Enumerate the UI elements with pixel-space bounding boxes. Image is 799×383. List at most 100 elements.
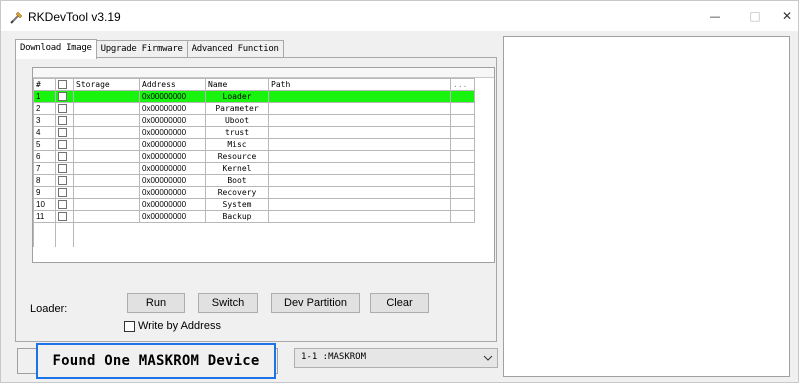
table-row[interactable]: 8 0x00000000 Boot (33, 174, 475, 187)
row-more-cell (450, 102, 475, 115)
empty-cell (55, 222, 74, 235)
table-row[interactable]: 5 0x00000000 Misc (33, 138, 475, 151)
table-header-row: # Storage Address Name Path ... (33, 78, 475, 91)
grid-top-band (33, 68, 494, 78)
tab-upgrade-firmware[interactable]: Upgrade Firmware (95, 40, 188, 58)
dev-partition-button[interactable]: Dev Partition (271, 293, 360, 313)
partition-table: # Storage Address Name Path ... 1 0x00000… (33, 78, 475, 247)
partition-grid: # Storage Address Name Path ... 1 0x00000… (32, 67, 495, 263)
row-checkbox-cell[interactable] (55, 174, 74, 187)
row-number-cell: 1 (33, 90, 56, 103)
row-storage-cell (73, 150, 140, 163)
row-checkbox-cell[interactable] (55, 90, 74, 103)
row-path-cell (268, 162, 451, 175)
row-more-cell (450, 114, 475, 127)
col-header-number: # (33, 78, 56, 91)
row-storage-cell (73, 90, 140, 103)
row-number-cell: 11 (33, 210, 56, 223)
table-row[interactable]: 7 0x00000000 Kernel (33, 162, 475, 175)
empty-cell (269, 235, 451, 247)
row-checkbox[interactable] (58, 91, 67, 101)
empty-cell (269, 223, 451, 235)
col-header-more: ... (450, 78, 475, 91)
row-checkbox-cell[interactable] (55, 198, 74, 211)
row-checkbox-cell[interactable] (55, 126, 74, 139)
empty-cell (140, 235, 206, 247)
select-all-checkbox[interactable] (58, 79, 67, 89)
row-more-cell (450, 162, 475, 175)
row-path-cell (268, 174, 451, 187)
row-storage-cell (73, 138, 140, 151)
empty-cell (55, 234, 74, 247)
title-bar: RKDevTool v3.19 — □ ✕ (1, 1, 798, 31)
row-checkbox[interactable] (58, 199, 67, 209)
table-row[interactable]: 2 0x00000000 Parameter (33, 102, 475, 115)
col-header-path: Path (268, 78, 451, 91)
tab-advanced-function[interactable]: Advanced Function (186, 40, 284, 58)
row-number-cell: 2 (33, 102, 56, 115)
row-path-cell (268, 198, 451, 211)
row-checkbox[interactable] (58, 163, 67, 173)
row-path-cell (268, 114, 451, 127)
row-checkbox-cell[interactable] (55, 186, 74, 199)
partition-table-body: 1 0x00000000 Loader 2 0x00000000 Parameter 3 0x… (33, 90, 475, 247)
row-address-cell: 0x00000000 (139, 102, 206, 115)
row-checkbox-cell[interactable] (55, 162, 74, 175)
empty-cell (33, 222, 56, 235)
row-name-cell: Loader (205, 90, 269, 103)
row-path-cell (268, 90, 451, 103)
row-checkbox[interactable] (58, 175, 67, 185)
minimize-button[interactable]: — (695, 1, 735, 31)
row-more-cell (450, 150, 475, 163)
empty-cell (74, 235, 140, 247)
row-number-cell: 3 (33, 114, 56, 127)
tab-download-image[interactable]: Download Image (15, 39, 97, 59)
close-button[interactable]: ✕ (767, 1, 799, 31)
table-row[interactable]: 1 0x00000000 Loader (33, 90, 475, 103)
table-row[interactable]: 10 0x00000000 System (33, 198, 475, 211)
row-address-cell: 0x00000000 (139, 186, 206, 199)
row-storage-cell (73, 114, 140, 127)
row-address-cell: 0x00000000 (139, 150, 206, 163)
table-row[interactable]: 11 0x00000000 Backup (33, 210, 475, 223)
table-row[interactable]: 6 0x00000000 Resource (33, 150, 475, 163)
row-checkbox-cell[interactable] (55, 150, 74, 163)
row-checkbox[interactable] (58, 115, 67, 125)
row-checkbox[interactable] (58, 211, 67, 221)
table-row-empty (33, 222, 475, 235)
row-checkbox[interactable] (58, 127, 67, 137)
window-title: RKDevTool v3.19 (28, 10, 121, 24)
chevron-down-icon (483, 355, 493, 361)
row-storage-cell (73, 198, 140, 211)
empty-cell (451, 235, 475, 247)
row-checkbox-cell[interactable] (55, 102, 74, 115)
col-header-check[interactable] (55, 78, 74, 91)
table-row[interactable]: 9 0x00000000 Recovery (33, 186, 475, 199)
row-checkbox-cell[interactable] (55, 138, 74, 151)
row-checkbox[interactable] (58, 103, 67, 113)
switch-button[interactable]: Switch (198, 293, 258, 313)
status-highlight-frame: Found One MASKROM Device (36, 343, 276, 379)
table-row[interactable]: 4 0x00000000 trust (33, 126, 475, 139)
device-select[interactable]: 1-1 :MASKROM (294, 348, 498, 368)
write-by-address-checkbox[interactable] (124, 321, 135, 332)
table-row[interactable]: 3 0x00000000 Uboot (33, 114, 475, 127)
row-checkbox-cell[interactable] (55, 210, 74, 223)
log-panel (503, 36, 790, 377)
row-address-cell: 0x00000000 (139, 138, 206, 151)
run-button[interactable]: Run (127, 293, 185, 313)
row-storage-cell (73, 162, 140, 175)
row-storage-cell (73, 102, 140, 115)
minimize-icon: — (709, 9, 721, 23)
clear-button[interactable]: Clear (370, 293, 429, 313)
row-checkbox-cell[interactable] (55, 114, 74, 127)
row-more-cell (450, 186, 475, 199)
row-checkbox[interactable] (58, 151, 67, 161)
close-icon: ✕ (781, 9, 793, 23)
download-image-panel: # Storage Address Name Path ... 1 0x00000… (15, 57, 497, 342)
row-checkbox[interactable] (58, 139, 67, 149)
row-name-cell: Misc (205, 138, 269, 151)
row-checkbox[interactable] (58, 187, 67, 197)
status-message: Found One MASKROM Device (52, 353, 260, 369)
row-path-cell (268, 102, 451, 115)
